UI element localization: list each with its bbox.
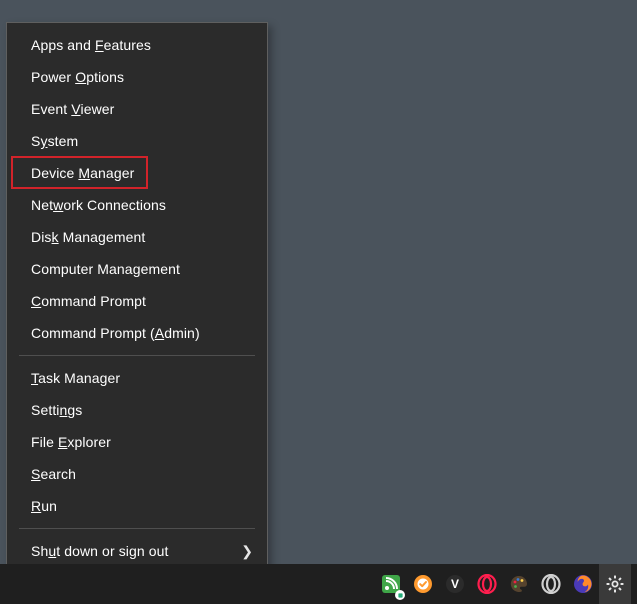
menu-group: Task Manager Settings File Explorer Search R… [7, 360, 267, 524]
menu-item-command-prompt-admin[interactable]: Command Prompt (Admin) [7, 317, 267, 349]
menu-item-label: Disk Management [31, 229, 145, 245]
menu-item-label: Shut down or sign out [31, 543, 169, 559]
taskbar: V [0, 564, 637, 604]
avast-icon[interactable] [407, 564, 439, 604]
menu-item-label: Power Options [31, 69, 124, 85]
rss-icon[interactable] [375, 564, 407, 604]
winx-power-user-menu[interactable]: Apps and Features Power Options Event View… [6, 22, 268, 604]
menu-item-apps-and-features[interactable]: Apps and Features [7, 29, 267, 61]
menu-item-power-options[interactable]: Power Options [7, 61, 267, 93]
menu-item-file-explorer[interactable]: File Explorer [7, 426, 267, 458]
menu-item-label: System [31, 133, 78, 149]
menu-item-device-manager[interactable]: Device Manager [7, 157, 267, 189]
menu-item-label: Command Prompt [31, 293, 146, 309]
menu-group: Apps and Features Power Options Event View… [7, 27, 267, 351]
menu-item-computer-management[interactable]: Computer Management [7, 253, 267, 285]
system-tray: V [375, 564, 637, 604]
menu-item-command-prompt[interactable]: Command Prompt [7, 285, 267, 317]
menu-item-label: Command Prompt (Admin) [31, 325, 200, 341]
menu-item-label: Search [31, 466, 76, 482]
menu-item-label: Device Manager [31, 165, 134, 181]
opera-icon[interactable] [535, 564, 567, 604]
menu-item-settings[interactable]: Settings [7, 394, 267, 426]
menu-item-event-viewer[interactable]: Event Viewer [7, 93, 267, 125]
menu-item-label: Settings [31, 402, 82, 418]
svg-text:V: V [451, 577, 459, 591]
firefox-icon[interactable] [567, 564, 599, 604]
menu-separator [19, 528, 255, 529]
menu-item-label: Event Viewer [31, 101, 114, 117]
menu-item-system[interactable]: System [7, 125, 267, 157]
menu-separator [19, 355, 255, 356]
menu-item-label: Computer Management [31, 261, 180, 277]
menu-item-search[interactable]: Search [7, 458, 267, 490]
menu-item-task-manager[interactable]: Task Manager [7, 362, 267, 394]
menu-item-label: Task Manager [31, 370, 120, 386]
menu-item-label: Run [31, 498, 57, 514]
settings-gear-icon[interactable] [599, 564, 631, 604]
menu-item-disk-management[interactable]: Disk Management [7, 221, 267, 253]
menu-item-label: File Explorer [31, 434, 111, 450]
menu-item-label: Apps and Features [31, 37, 151, 53]
menu-item-label: Network Connections [31, 197, 166, 213]
desktop-background: Apps and Features Power Options Event View… [0, 0, 637, 564]
palette-icon[interactable] [503, 564, 535, 604]
menu-item-network-connections[interactable]: Network Connections [7, 189, 267, 221]
menu-item-run[interactable]: Run [7, 490, 267, 522]
opera-gx-icon[interactable] [471, 564, 503, 604]
menu-item-shutdown-sign-out[interactable]: Shut down or sign out ❯ [7, 535, 267, 567]
vpn-icon[interactable]: V [439, 564, 471, 604]
chevron-right-icon: ❯ [241, 543, 253, 560]
notification-badge-icon [395, 590, 405, 600]
